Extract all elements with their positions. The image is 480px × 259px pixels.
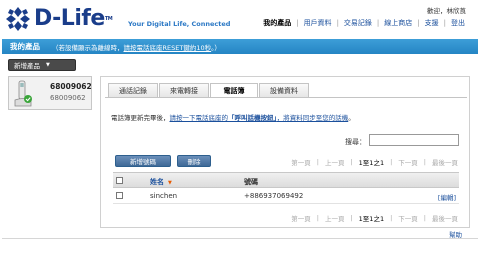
reset-hint-link[interactable]: 請按電話底座RESET鍵約10秒 (124, 44, 212, 52)
hint-prefix: （若設備顯示為離線時， (52, 43, 124, 52)
phone-device-icon (14, 80, 32, 107)
pager-top: 第一頁 | 上一頁 | 1至1之1 | 下一頁 | 最後一頁 (288, 157, 461, 167)
pager-bottom: 第一頁 | 上一頁 | 1至1之1 | 下一頁 | 最後一頁 (288, 213, 461, 223)
dropdown-arrow-icon: ▼ (46, 62, 50, 68)
sort-desc-icon: ▼ (168, 180, 172, 186)
add-product-label: 新增產品 (14, 62, 40, 70)
trademark: TM (104, 16, 113, 22)
tab-bar: 通話記錄 來電轉接 電話簿 設備資料 (108, 83, 310, 98)
add-number-button[interactable]: 新增號碼 (115, 155, 171, 167)
nav-online-store[interactable]: 線上商店 (379, 18, 417, 28)
logo-text: D-LifeTM (34, 6, 113, 31)
search-input[interactable] (369, 134, 459, 146)
pager-sep: | (390, 214, 393, 222)
column-name-header[interactable]: 姓名 ▼ (150, 177, 172, 187)
sync-instructions-link[interactable]: 請按一下電話底座的「呼叫話機按鈕」，將資料同步至您的話機 (170, 114, 349, 122)
nav-user-profile[interactable]: 用戶資料 (299, 18, 337, 28)
info-end: 。 (348, 114, 355, 122)
pager-sep: | (390, 158, 393, 166)
pager-sep: | (316, 158, 319, 166)
pager-prev[interactable]: 上一頁 (325, 213, 345, 223)
device-card[interactable]: 68009062 68009062 (8, 76, 92, 110)
pager-sep: | (350, 214, 353, 222)
device-number: 68009062 (50, 82, 92, 91)
search-label: 搜尋： (345, 138, 366, 146)
link-suffix: ，將資料同步至您的話機 (276, 114, 349, 122)
logo[interactable]: D-LifeTM (4, 4, 113, 34)
pager-sep: | (350, 158, 353, 166)
nav-logout[interactable]: 登出 (446, 18, 470, 28)
pager-first[interactable]: 第一頁 (291, 157, 311, 167)
welcome-text: 歡迎，林欣莨 (427, 7, 466, 15)
pager-next[interactable]: 下一頁 (398, 157, 418, 167)
nav-support[interactable]: 支援 (420, 18, 444, 28)
section-bar: 我的產品 （若設備顯示為離線時，請按電話底座RESET鍵約10秒。） (2, 39, 478, 54)
offline-hint: （若設備顯示為離線時，請按電話底座RESET鍵約10秒。） (52, 42, 221, 52)
tagline: Your Digital Life, Connected (128, 20, 231, 28)
link-prefix: 請按一下電話底座的 (169, 114, 229, 122)
pager-last[interactable]: 最後一頁 (432, 157, 458, 167)
info-prefix: 電話簿更新完畢後， (111, 114, 170, 122)
pager-range: 1至1之1 (358, 215, 385, 223)
section-title: 我的產品 (10, 42, 40, 51)
edit-link[interactable]: [編輯] (438, 192, 456, 202)
phonebook-panel: 通話記錄 來電轉接 電話簿 設備資料 電話簿更新完畢後，請按一下電話底座的「呼叫… (100, 76, 470, 228)
tab-phonebook[interactable]: 電話簿 (210, 83, 258, 98)
pager-next[interactable]: 下一頁 (398, 213, 418, 223)
delete-button[interactable]: 刪除 (177, 155, 211, 167)
pager-sep: | (423, 158, 426, 166)
nav-my-products[interactable]: 我的產品 (258, 18, 296, 28)
column-name-label: 姓名 (150, 178, 164, 186)
footer-divider (2, 238, 478, 239)
top-nav: 我的產品 | 用戶資料 | 交易記錄 | 線上商店 | 支援 | 登出 (258, 18, 470, 28)
nav-transactions[interactable]: 交易記錄 (339, 18, 377, 28)
tab-call-forwarding[interactable]: 來電轉接 (159, 83, 209, 97)
pager-range: 1至1之1 (358, 159, 385, 167)
table-row: sinchen +886937069492 [編輯] (113, 188, 459, 204)
contact-phone: +886937069492 (244, 192, 304, 200)
contact-name: sinchen (150, 192, 178, 200)
table-header: 姓名 ▼ 號碼 (113, 172, 459, 188)
header: D-LifeTM Your Digital Life, Connected 歡迎… (0, 0, 480, 38)
pager-prev[interactable]: 上一頁 (325, 157, 345, 167)
tab-device-info[interactable]: 設備資料 (259, 83, 309, 97)
dlife-logo-icon (6, 7, 30, 31)
link-bold: 「呼叫話機按鈕」 (228, 114, 277, 122)
device-id: 68009062 (50, 94, 86, 102)
add-product-button[interactable]: 新增產品 ▼ (8, 59, 76, 71)
column-phone-header: 號碼 (244, 178, 258, 186)
phonebook-table: 姓名 ▼ 號碼 sinchen +886937069492 [編輯] (113, 172, 459, 204)
pager-sep: | (423, 214, 426, 222)
hint-suffix: 。） (211, 43, 221, 52)
pager-sep: | (316, 214, 319, 222)
sync-info: 電話簿更新完畢後，請按一下電話底座的「呼叫話機按鈕」，將資料同步至您的話機。 (111, 112, 355, 122)
pager-last[interactable]: 最後一頁 (432, 213, 458, 223)
tab-divider (105, 97, 467, 98)
row-checkbox[interactable] (116, 192, 123, 199)
pager-first[interactable]: 第一頁 (291, 213, 311, 223)
tab-call-log[interactable]: 通話記錄 (108, 83, 158, 97)
select-all-checkbox[interactable] (116, 177, 123, 184)
